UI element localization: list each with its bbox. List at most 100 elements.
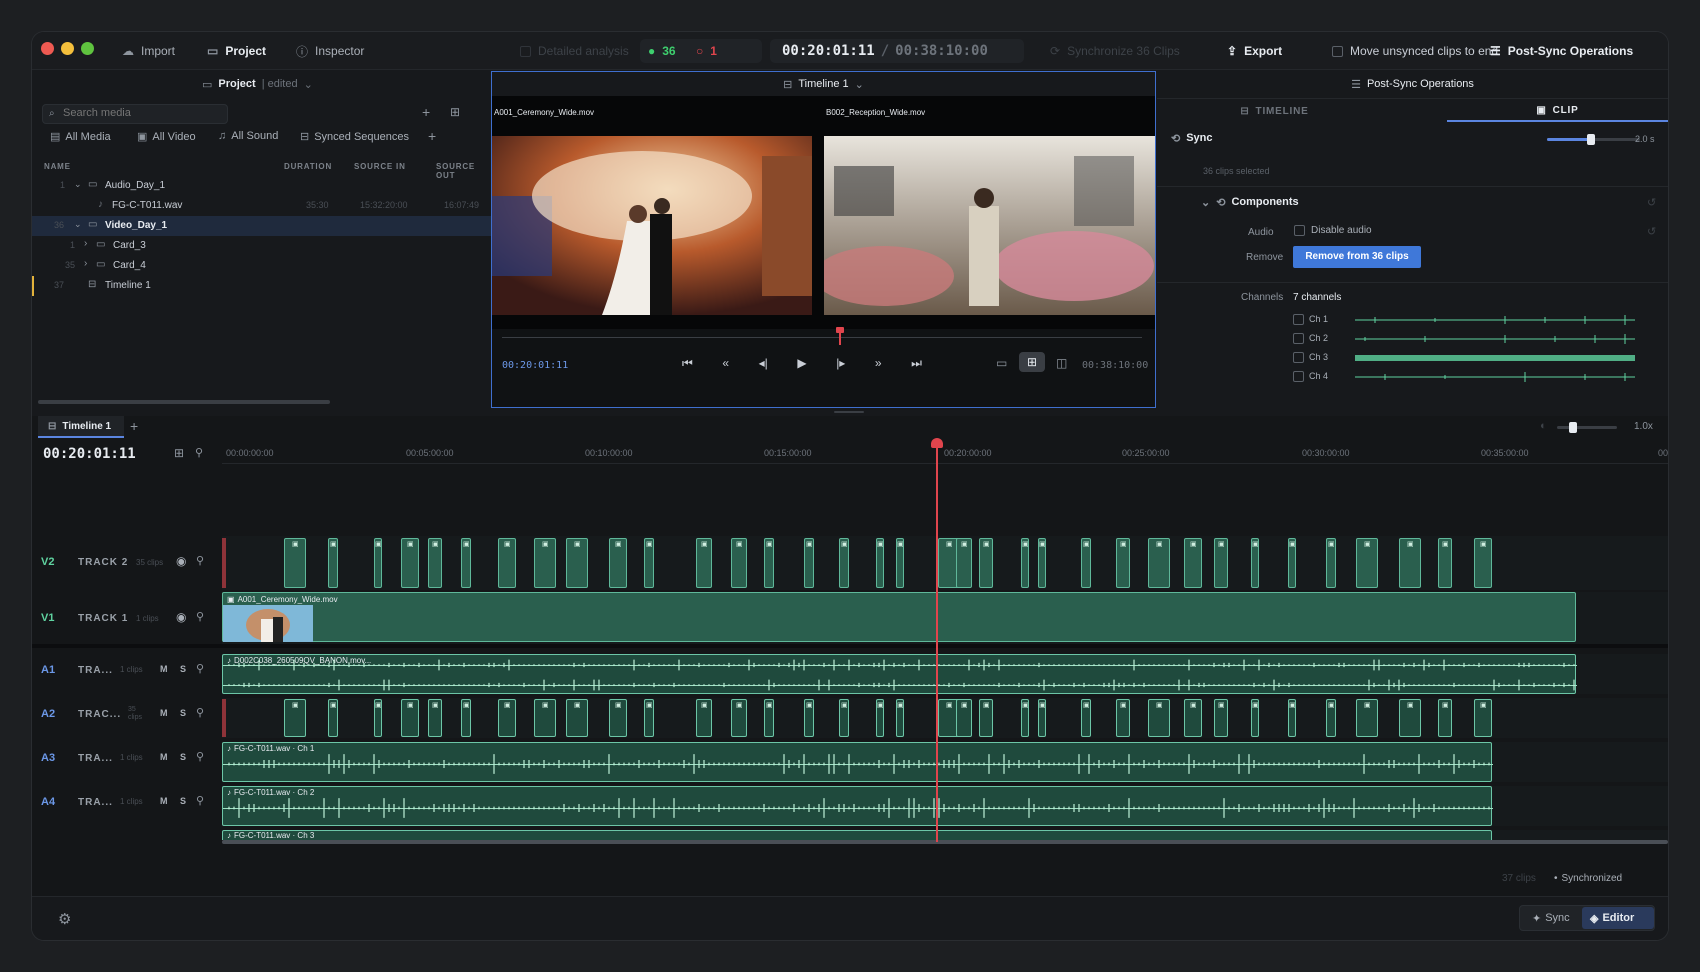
reset-icon[interactable]: ↺: [1647, 196, 1656, 209]
solo-button[interactable]: S: [180, 752, 186, 762]
audio-clip[interactable]: ▣: [284, 699, 306, 737]
solo-button[interactable]: S: [180, 796, 186, 806]
video-clip[interactable]: ▣: [1288, 538, 1296, 588]
step-forward-icon[interactable]: |▸: [836, 356, 845, 371]
audio-clip[interactable]: ▣: [1399, 699, 1421, 737]
eye-icon[interactable]: ◉: [176, 554, 186, 568]
add-timeline-button[interactable]: +: [130, 418, 138, 434]
audio-clip[interactable]: ▣: [534, 699, 556, 737]
export-button[interactable]: ⇪ Export: [1227, 32, 1282, 70]
inspector-button[interactable]: ⓘ Inspector: [296, 32, 364, 70]
table-row[interactable]: 36 ⌄ ▭ Video_Day_1: [32, 216, 492, 236]
audio-clip[interactable]: ▣: [609, 699, 627, 737]
editor-mode-button[interactable]: ◈ Editor: [1582, 907, 1654, 929]
chevron-right-icon[interactable]: ›: [84, 258, 87, 269]
video-clip[interactable]: ▣: [566, 538, 588, 588]
video-clip[interactable]: ▣: [956, 538, 972, 588]
scrubber-track[interactable]: [502, 337, 1142, 338]
audio-clip[interactable]: ▣: [1214, 699, 1228, 737]
audio-clip[interactable]: ▣: [839, 699, 849, 737]
compare-view-icon[interactable]: ◫: [1056, 356, 1067, 370]
gear-icon[interactable]: ⚙: [58, 910, 71, 928]
video-clip[interactable]: ▣: [1116, 538, 1130, 588]
filter-synced-sequences[interactable]: ⊟ Synced Sequences: [300, 130, 409, 144]
track-lane-a2[interactable]: ▣ ▣ ▣ ▣ ▣ ▣ ▣ ▣ ▣ ▣ ▣ ▣ ▣ ▣ ▣ ▣ ▣ ▣ ▣ ▣ ▣ ▣ ▣ ▣ ▣ ▣ ▣ ▣ ▣ ▣ ▣ ▣ ▣ ▣ ▣: [222, 698, 1668, 738]
video-clip[interactable]: ▣: [1148, 538, 1170, 588]
audio-clip[interactable]: ▣: [1251, 699, 1259, 737]
audio-clip[interactable]: ▣: [896, 699, 904, 737]
chevron-down-icon[interactable]: ⌄: [74, 219, 82, 230]
audio-clip[interactable]: ▣: [979, 699, 993, 737]
video-clip[interactable]: ▣: [696, 538, 712, 588]
track-lane-v2[interactable]: ▣ ▣ ▣ ▣ ▣ ▣ ▣ ▣ ▣ ▣ ▣ ▣ ▣ ▣ ▣ ▣ ▣ ▣ ▣ ▣ ▣ ▣ ▣ ▣ ▣ ▣ ▣ ▣ ▣ ▣ ▣ ▣ ▣ ▣ ▣: [222, 536, 1668, 590]
mute-button[interactable]: M: [160, 796, 168, 806]
rewind-icon[interactable]: «: [722, 356, 729, 371]
zoom-window-button[interactable]: [81, 42, 94, 55]
sync-slider[interactable]: [1547, 134, 1640, 145]
minimize-window-button[interactable]: [61, 42, 74, 55]
audio-clip[interactable]: ▣: [374, 699, 382, 737]
track-lane-a3[interactable]: ♪ FG-C-T011.wav · Ch 1: [222, 742, 1668, 782]
tab-timeline-1[interactable]: ⊟ Timeline 1: [38, 416, 124, 438]
chevron-down-icon[interactable]: ⌄: [855, 78, 864, 91]
grid-view-icon[interactable]: ⊞: [450, 105, 460, 119]
video-clip[interactable]: ▣: [1214, 538, 1228, 588]
audio-clip[interactable]: ♪ FG-C-T011.wav · Ch 2: [222, 786, 1493, 826]
channel-checkbox[interactable]: [1293, 314, 1304, 325]
video-clip[interactable]: ▣: [1356, 538, 1378, 588]
link-icon[interactable]: ⚲: [196, 750, 204, 763]
chevron-right-icon[interactable]: ›: [84, 238, 87, 249]
channel-checkbox[interactable]: [1293, 333, 1304, 344]
tab-timeline[interactable]: ⊟ TIMELINE: [1157, 100, 1392, 122]
audio-clip[interactable]: ▣: [1148, 699, 1170, 737]
move-unsynced-checkbox[interactable]: [1332, 45, 1343, 57]
sync-slider-handle[interactable]: [1586, 134, 1595, 145]
timeline-playhead[interactable]: [936, 440, 938, 842]
audio-clip[interactable]: ▣: [1081, 699, 1091, 737]
table-row[interactable]: ♪ FG-C-T011.wav 35:30 15:32:20:00 16:07:…: [32, 196, 492, 216]
track-lane-v1[interactable]: ▣ A001_Ceremony_Wide.mov: [222, 592, 1668, 644]
reset-icon[interactable]: ↺: [1647, 225, 1656, 238]
audio-clip[interactable]: ▣: [1326, 699, 1336, 737]
audio-clip[interactable]: ▣: [401, 699, 419, 737]
video-clip[interactable]: ▣: [764, 538, 774, 588]
audio-clip[interactable]: ▣: [1021, 699, 1029, 737]
search-input[interactable]: [63, 107, 223, 119]
solo-button[interactable]: S: [180, 664, 186, 674]
audio-clip[interactable]: ♪ FG-C-T011.wav · Ch 1: [222, 742, 1493, 782]
video-clip[interactable]: ▣: [979, 538, 993, 588]
track-lane-a4[interactable]: ♪ FG-C-T011.wav · Ch 2: [222, 786, 1668, 826]
import-button[interactable]: ☁ Import: [122, 32, 175, 70]
video-clip[interactable]: ▣: [498, 538, 516, 588]
audio-clip[interactable]: ▣: [764, 699, 774, 737]
video-clip[interactable]: ▣: [328, 538, 338, 588]
column-source-in[interactable]: SOURCE IN: [354, 162, 406, 171]
split-view-icon[interactable]: ⊞: [1019, 352, 1045, 372]
video-clip[interactable]: ▣: [1021, 538, 1029, 588]
audio-clip[interactable]: ▣: [1184, 699, 1202, 737]
filter-all-media[interactable]: ▤ All Media: [50, 130, 111, 144]
video-clip[interactable]: ▣: [284, 538, 306, 588]
tab-clip[interactable]: ▣ CLIP: [1447, 100, 1668, 122]
audio-clip[interactable]: ▣: [428, 699, 442, 737]
chevron-down-icon[interactable]: ⌄: [304, 78, 313, 91]
snap-icon[interactable]: ⊞: [174, 446, 184, 460]
audio-clip[interactable]: ▣: [1116, 699, 1130, 737]
chevron-down-icon[interactable]: ⌄: [74, 179, 82, 190]
link-icon[interactable]: ⚲: [196, 554, 204, 567]
video-clip[interactable]: ▣: [876, 538, 884, 588]
audio-clip[interactable]: ▣: [804, 699, 814, 737]
audio-clip[interactable]: ▣: [731, 699, 747, 737]
playhead-handle[interactable]: [931, 438, 943, 448]
skip-to-end-icon[interactable]: ⏭: [911, 356, 922, 371]
track-lane-a1[interactable]: ♪ D002C038_260509QV_BANON.mov...: [222, 654, 1668, 694]
audio-clip[interactable]: ▣: [328, 699, 338, 737]
filter-all-video[interactable]: ▣ All Video: [137, 130, 196, 144]
detailed-analysis-toggle[interactable]: Detailed analysis: [520, 32, 629, 70]
audio-clip[interactable]: ▣: [644, 699, 654, 737]
table-row[interactable]: 1 ⌄ ▭ Audio_Day_1: [32, 176, 492, 196]
audio-clip[interactable]: ▣: [461, 699, 471, 737]
channel-checkbox[interactable]: [1293, 352, 1304, 363]
link-icon[interactable]: ⚲: [196, 706, 204, 719]
eye-icon[interactable]: ◉: [176, 610, 186, 624]
